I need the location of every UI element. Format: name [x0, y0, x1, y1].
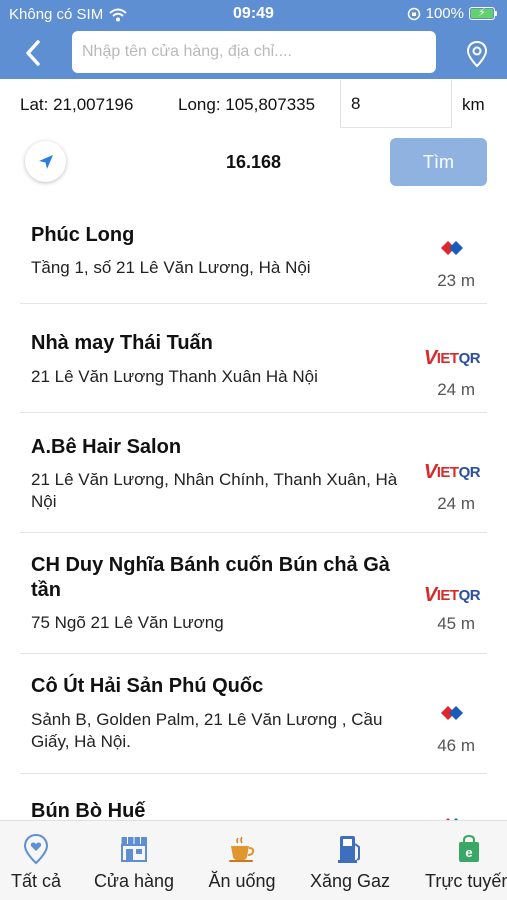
store-address: 21 Lê Văn Lương, Nhân Chính, Thanh Xuân,… [31, 470, 398, 511]
store-list-item[interactable]: Cô Út Hải Sản Phú Quốc Sảnh B, Golden Pa… [20, 654, 487, 774]
vietqr-logo-icon: V IET QR [423, 346, 481, 369]
map-pin-button[interactable] [462, 38, 492, 70]
radius-unit-label: km [462, 95, 485, 114]
vietqr-logo-icon: V IET QR [423, 583, 481, 606]
store-name: Cô Út Hải Sản Phú Quốc [31, 675, 264, 697]
longitude-label: Long: 105,807335 [178, 95, 316, 114]
battery-icon: ⚡ [469, 7, 497, 20]
shopping-bag-icon: e [452, 833, 486, 865]
tab-online-label: Trực tuyến [425, 871, 507, 891]
store-distance: 24 m [437, 494, 475, 513]
coffee-cup-icon [225, 833, 259, 865]
store-distance: 46 m [437, 736, 475, 755]
vnpay-logo-icon [417, 237, 487, 261]
tab-stores[interactable]: Cửa hàng [90, 821, 178, 900]
fuel-pump-icon [333, 833, 367, 865]
tab-all-label: Tất cả [10, 871, 62, 891]
rotation-lock-icon [407, 7, 420, 20]
tab-fuel-label: Xăng Gaz [309, 871, 391, 891]
tab-stores-label: Cửa hàng [93, 871, 175, 891]
find-button[interactable]: Tìm [390, 138, 487, 186]
store-name: CH Duy Nghĩa Bánh cuốn Bún chả Gà tần [31, 554, 390, 601]
store-address: 21 Lê Văn Lương Thanh Xuân Hà Nội [31, 367, 318, 386]
chevron-left-icon [26, 40, 40, 66]
location-heart-icon [19, 833, 53, 865]
radius-input[interactable] [340, 80, 452, 128]
vietqr-logo-icon: V IET QR [423, 460, 481, 483]
store-name: Bún Bò Huế [31, 800, 146, 820]
svg-text:e: e [465, 845, 472, 860]
store-list-item[interactable]: A.Bê Hair Salon 21 Lê Văn Lương, Nhân Ch… [20, 413, 487, 533]
tab-online[interactable]: e Trực tuyến [422, 821, 507, 900]
tab-fuel[interactable]: Xăng Gaz [305, 821, 395, 900]
vnpay-logo-icon [417, 702, 487, 726]
map-pin-icon [466, 40, 488, 68]
header-bar: Không có SIM 09:49 100% ⚡ [0, 0, 507, 79]
store-icon [117, 833, 151, 865]
store-distance: 23 m [437, 271, 475, 290]
back-button[interactable] [20, 38, 46, 68]
latitude-label: Lat: 21,007196 [20, 95, 134, 114]
store-distance: 45 m [437, 614, 475, 633]
store-distance: 24 m [437, 380, 475, 399]
store-name: A.Bê Hair Salon [31, 436, 182, 458]
store-address: 75 Ngõ 21 Lê Văn Lương [31, 613, 224, 632]
battery-percent: 100% [425, 5, 464, 22]
store-list-item[interactable]: Nhà may Thái Tuấn 21 Lê Văn Lương Thanh … [20, 304, 487, 413]
tab-all[interactable]: Tất cả [5, 821, 67, 900]
tab-food-label: Ăn uống [208, 871, 276, 891]
status-right-group: 100% ⚡ [407, 5, 497, 22]
store-list-item[interactable]: Phúc Long Tầng 1, số 21 Lê Văn Lương, Hà… [20, 200, 487, 304]
store-list-item[interactable]: CH Duy Nghĩa Bánh cuốn Bún chả Gà tần 75… [20, 533, 487, 654]
search-input[interactable] [72, 31, 436, 73]
bottom-tab-bar: Tất cả Cửa hàng Ăn uống Xăng Gaz e Trực … [0, 820, 507, 900]
store-address: Sảnh B, Golden Palm, 21 Lê Văn Lương , C… [31, 710, 383, 751]
store-list-item[interactable]: Bún Bò Huế [20, 774, 487, 820]
status-bar: Không có SIM 09:49 100% ⚡ [0, 0, 507, 28]
store-name: Nhà may Thái Tuấn [31, 332, 213, 354]
coordinates-row: Lat: 21,007196 Long: 105,807335 km [0, 80, 507, 130]
tab-food[interactable]: Ăn uống [203, 821, 281, 900]
store-name: Phúc Long [31, 224, 135, 246]
store-address: Tầng 1, số 21 Lê Văn Lương, Hà Nội [31, 258, 311, 277]
